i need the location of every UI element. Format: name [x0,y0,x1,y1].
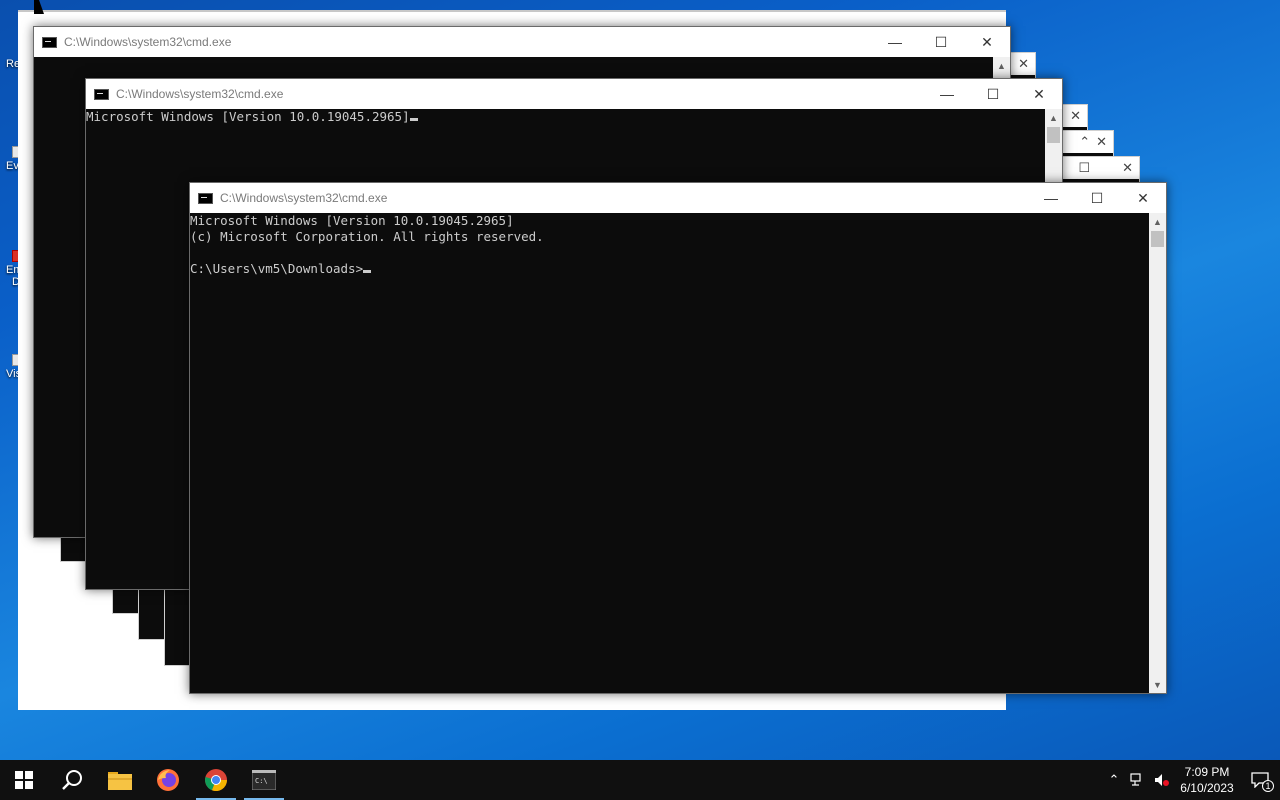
search-icon [62,770,82,790]
window-title: C:\Windows\system32\cmd.exe [64,35,232,49]
maximize-button[interactable]: ☐ [970,79,1016,109]
cmd-icon [42,36,57,48]
close-icon: ✕ [1070,108,1081,123]
clock-time: 7:09 PM [1184,765,1230,779]
folder-icon [108,772,132,790]
volume-muted-icon[interactable] [1150,760,1174,800]
close-icon: ✕ [1096,134,1107,149]
taskbar-firefox[interactable] [144,760,192,800]
title-bar[interactable]: C:\Windows\system32\cmd.exe — ☐ ✕ [190,183,1166,213]
network-icon [1130,773,1141,786]
system-tray: ⌃ 7:09 PM 6/10/2023 1 [1102,760,1280,800]
text-cursor [409,118,418,121]
close-button[interactable]: ✕ [1016,79,1062,109]
vertical-scrollbar[interactable]: ▲ ▼ [1149,213,1166,693]
cmd-window-front[interactable]: C:\Windows\system32\cmd.exe — ☐ ✕ Micros… [189,182,1167,694]
title-bar[interactable]: C:\Windows\system32\cmd.exe — ☐ ✕ [34,27,1010,57]
console-output[interactable]: Microsoft Windows [Version 10.0.19045.29… [190,213,1149,693]
close-button[interactable]: ✕ [964,27,1010,57]
taskbar-clock[interactable]: 7:09 PM 6/10/2023 [1174,764,1240,796]
maximize-button[interactable]: ☐ [1074,183,1120,213]
notification-count-badge: 1 [1262,780,1274,792]
maximize-icon: ☐ [1078,160,1091,175]
console-prompt-line[interactable]: C:\Users\vm5\Downloads> [190,261,1149,277]
minimize-button[interactable]: — [924,79,970,109]
scroll-up-icon[interactable]: ▲ [1149,213,1166,230]
start-button[interactable] [0,760,48,800]
console-line: (c) Microsoft Corporation. All rights re… [190,229,544,244]
title-bar[interactable]: C:\Windows\system32\cmd.exe — ☐ ✕ [86,79,1062,109]
taskbar-file-explorer[interactable] [96,760,144,800]
chrome-icon [205,769,228,792]
text-cursor [363,270,372,273]
maximize-button[interactable]: ☐ [918,27,964,57]
windows-logo-icon [15,771,33,789]
maximize-icon: ⌃ [1079,134,1091,149]
minimize-button[interactable]: — [1028,183,1074,213]
cmd-icon: C:\ [252,770,276,790]
speaker-icon [1155,774,1169,786]
action-center-button[interactable]: 1 [1240,760,1280,800]
scroll-up-icon[interactable]: ▲ [993,57,1010,74]
scroll-thumb[interactable] [1151,231,1164,247]
taskbar: C:\ ⌃ 7:09 PM 6/10/2023 1 [0,760,1280,800]
cmd-icon [94,88,109,100]
firefox-icon [157,769,179,791]
console-line: Microsoft Windows [Version 10.0.19045.29… [190,213,514,228]
close-button[interactable]: ✕ [1120,183,1166,213]
close-icon: ✕ [1122,160,1133,175]
scroll-down-icon[interactable]: ▼ [1149,676,1166,693]
window-title: C:\Windows\system32\cmd.exe [116,87,284,101]
console-prompt: C:\Users\vm5\Downloads> [190,261,364,276]
taskbar-command-prompt[interactable]: C:\ [240,760,288,800]
taskbar-chrome[interactable] [192,760,240,800]
console-line: Microsoft Windows [Version 10.0.19045.29… [86,109,410,124]
network-icon[interactable] [1126,760,1150,800]
close-icon: ✕ [1018,56,1029,71]
scroll-up-icon[interactable]: ▲ [1045,109,1062,126]
svg-text:C:\: C:\ [255,777,268,785]
search-button[interactable] [48,760,96,800]
window-title: C:\Windows\system32\cmd.exe [220,191,388,205]
show-hidden-icons-chevron-up-icon[interactable]: ⌃ [1102,760,1126,800]
scroll-thumb[interactable] [1047,127,1060,143]
cmd-icon [198,192,213,204]
clock-date: 6/10/2023 [1180,781,1234,795]
mouse-pointer-icon [34,0,44,14]
minimize-button[interactable]: — [872,27,918,57]
